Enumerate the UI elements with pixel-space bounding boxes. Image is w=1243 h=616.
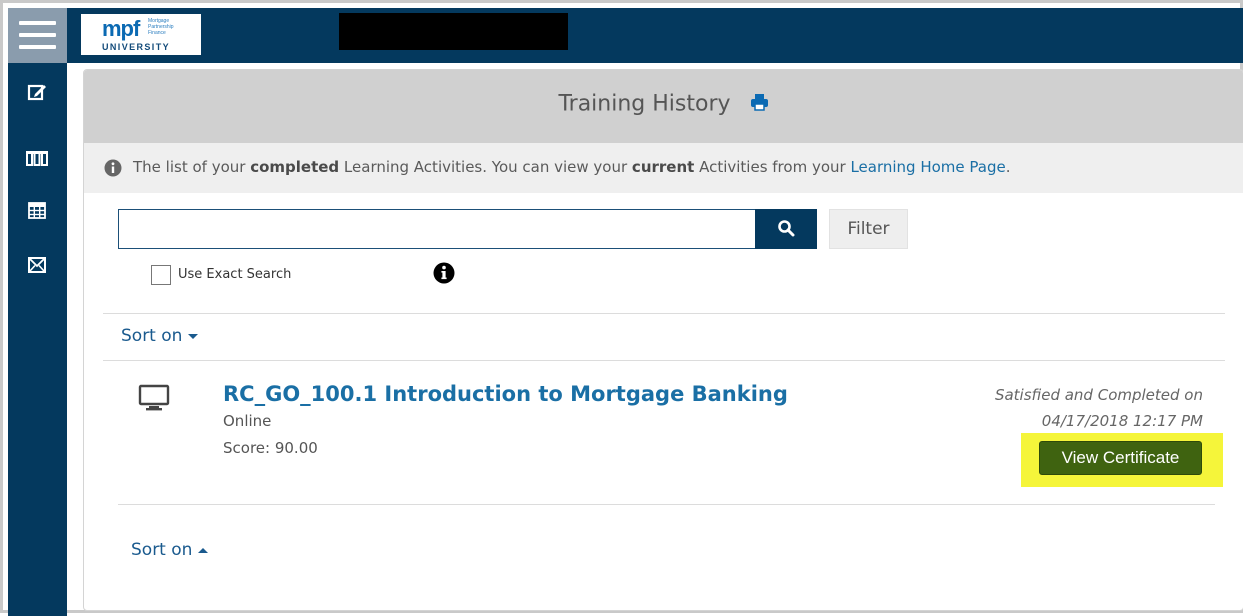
catalog-icon[interactable] (25, 146, 49, 170)
top-bar: mpf Mortgage Partnership Finance UNIVERS… (8, 8, 1243, 63)
caret-down-icon (188, 333, 199, 339)
view-certificate-button[interactable]: View Certificate (1039, 441, 1202, 475)
monitor-icon (138, 384, 170, 417)
info-icon[interactable] (433, 262, 455, 289)
logo-text: mpf (102, 16, 140, 41)
completion-status: Satisfied and Completed on (994, 386, 1203, 404)
completion-date: 04/17/2018 12:17 PM (1041, 412, 1203, 430)
info-text: The list of your completed Learning Acti… (133, 158, 1011, 176)
page-title: Training History (84, 91, 1243, 117)
sort-dropdown-top[interactable]: Sort on (121, 326, 199, 346)
search-button[interactable] (755, 209, 817, 249)
app-window: mpf Mortgage Partnership Finance UNIVERS… (0, 0, 1243, 616)
training-history-panel: Training History The list of your comple… (83, 69, 1243, 611)
side-nav (8, 63, 67, 616)
divider (103, 313, 1225, 314)
course-score: Score: 90.00 (223, 439, 318, 457)
exact-search-label: Use Exact Search (178, 267, 292, 282)
sort-dropdown-bottom[interactable]: Sort on (131, 540, 209, 560)
caret-up-icon (198, 547, 209, 553)
print-icon[interactable] (750, 92, 769, 117)
course-type: Online (223, 412, 272, 430)
info-icon (104, 159, 122, 182)
filter-button[interactable]: Filter (829, 209, 908, 249)
logo-subtitle: UNIVERSITY (102, 42, 171, 52)
panel-header: Training History (84, 70, 1243, 143)
mail-icon[interactable] (25, 253, 49, 277)
menu-icon[interactable] (8, 8, 67, 63)
exact-search-checkbox[interactable] (151, 265, 171, 285)
page-title-text: Training History (558, 91, 731, 117)
divider (103, 360, 1225, 361)
redacted-block (339, 13, 568, 50)
logo[interactable]: mpf Mortgage Partnership Finance UNIVERS… (81, 14, 201, 55)
edit-icon[interactable] (25, 80, 49, 104)
calendar-icon[interactable] (25, 198, 49, 222)
divider (118, 504, 1215, 505)
logo-tagline: Mortgage Partnership Finance (148, 18, 174, 36)
learning-home-link[interactable]: Learning Home Page (850, 158, 1005, 176)
info-bar: The list of your completed Learning Acti… (84, 143, 1243, 193)
search-input[interactable] (118, 209, 756, 249)
course-title-link[interactable]: RC_GO_100.1 Introduction to Mortgage Ban… (223, 382, 788, 406)
search-icon (777, 219, 795, 240)
